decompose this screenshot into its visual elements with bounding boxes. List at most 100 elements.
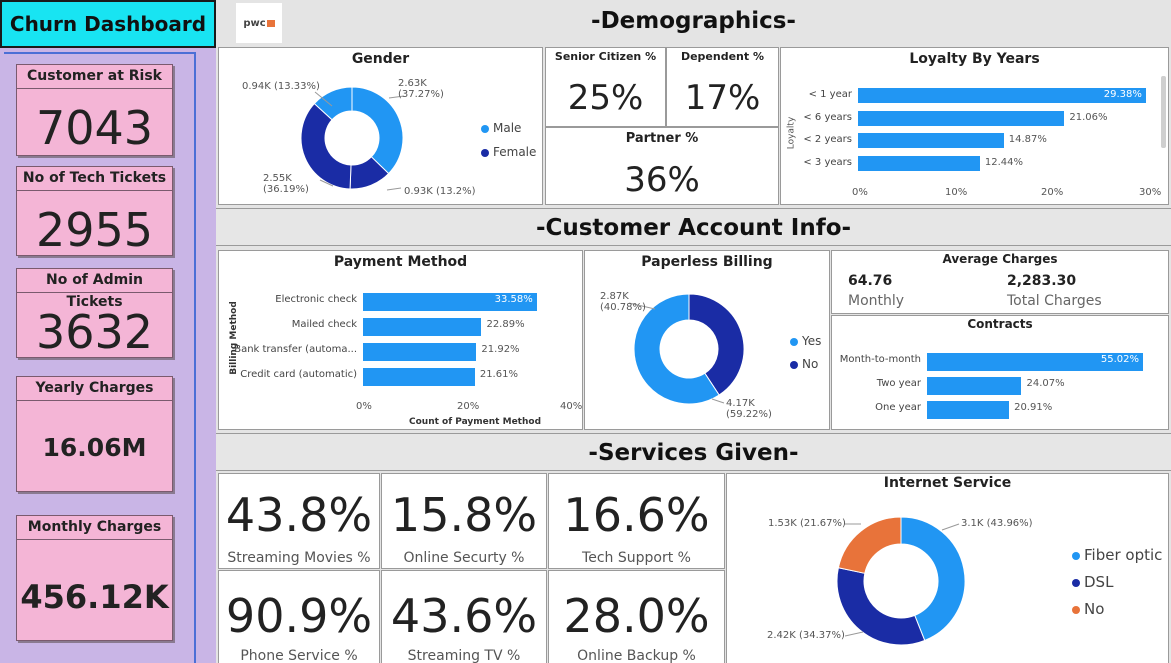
payment-method-card[interactable]: Payment Method Billing Method Electronic… [218,250,583,430]
service-card-online-backup[interactable]: 28.0% Online Backup % [548,570,725,663]
bar-category-label: Electronic check [275,294,357,305]
card-title: Average Charges [942,252,1058,266]
bar-value-label: 14.87% [1008,134,1047,145]
service-label: Streaming Movies % [227,550,371,566]
bar[interactable] [858,133,1004,148]
scrollbar[interactable] [1161,76,1166,148]
bar-value-label: 55.02% [1100,354,1139,365]
card-label: Dependent % [680,50,765,63]
bar-value-label: 24.07% [1026,378,1065,389]
bar-value-label: 21.06% [1069,111,1108,123]
data-label: 0.93K (13.2%) [404,186,476,197]
legend-item-dsl[interactable]: DSL [1072,573,1113,591]
card-value: 25% [567,78,644,118]
donut-slice-no[interactable] [837,516,902,574]
bar[interactable] [927,401,1010,419]
x-tick: 20% [1041,187,1064,198]
legend-item-fiber[interactable]: Fiber optic [1072,546,1162,564]
bar-value-label: 20.91% [1014,402,1053,413]
kpi-card-admin-tickets[interactable]: No of Admin Tickets 3632 [16,268,173,359]
bar[interactable] [858,110,1065,126]
internet-service-card[interactable]: Internet Service 3.1K (43.96%) 1.53K (21… [726,473,1169,663]
senior-citizen-card[interactable]: Senior Citizen % 25% [545,47,666,127]
service-card-online-security[interactable]: 15.8% Online Securty % [381,473,547,569]
dependent-card[interactable]: Dependent % 17% [666,47,779,127]
service-label: Online Securty % [403,550,525,566]
service-label: Online Backup % [577,648,696,663]
data-label-line: (37.27%) [398,89,444,100]
bar-category-label: < 1 year [808,89,852,100]
kpi-card-yearly-charges[interactable]: Yearly Charges 16.06M [16,376,173,492]
loyalty-chart-card[interactable]: Loyalty By Years Loyalty < 1 year 29.38% <… [780,47,1169,205]
kpi-card-monthly-charges[interactable]: Monthly Charges 456.12K [16,515,173,641]
bar-category-label: < 2 years [803,134,852,145]
data-label-line: 4.17K [726,398,755,409]
service-label: Phone Service % [240,648,358,663]
leader-line [844,631,864,637]
section-title: -Services Given- [588,440,799,466]
legend-dot-icon [1072,551,1080,560]
leader-line [386,187,402,191]
bar-value-label: 21.61% [479,369,518,380]
bar[interactable] [363,318,482,336]
bar-category-label: One year [875,402,921,413]
kpi-label: Customer at Risk [17,65,172,89]
card-label: Partner % [625,131,699,146]
kpi-card-customer-at-risk[interactable]: Customer at Risk 7043 [16,64,173,156]
bar-category-label: Two year [876,378,921,389]
paperless-billing-card[interactable]: Paperless Billing 2.87K (40.78%) 4.17K (… [584,250,830,430]
service-card-tech-support[interactable]: 16.6% Tech Support % [548,473,725,569]
legend-dot-icon [790,360,798,369]
legend-item-no[interactable]: No [790,357,818,371]
legend-item-male[interactable]: Male [481,121,521,135]
legend-item-yes[interactable]: Yes [790,334,821,348]
section-title: -Customer Account Info- [535,215,852,241]
contracts-chart-card[interactable]: Contracts Month-to-month 55.02% Two year 24… [831,315,1169,430]
bar-category-label: < 3 years [803,156,852,168]
donut-slice-dsl[interactable] [836,567,926,646]
data-label: 0.94K (13.33%) [242,81,320,92]
service-card-streaming-tv[interactable]: 43.6% Streaming TV % [381,570,547,663]
legend-label: Male [493,121,522,135]
legend-label: Female [493,145,537,159]
x-tick: 20% [457,401,480,412]
section-title: -Demographics- [591,8,796,34]
service-card-streaming-movies[interactable]: 43.8% Streaming Movies % [218,473,380,569]
service-value: 16.6% [563,488,710,542]
bar-category-label: Month-to-month [839,354,921,365]
bar-value-label: 21.92% [481,344,520,355]
card-label: Senior Citizen % [554,50,657,63]
partner-card[interactable]: Partner % 36% [545,127,779,205]
kpi-label: No of Tech Tickets [17,167,172,191]
loyalty-bars: < 1 year 29.38% < 6 years 21.06% < 2 years 14… [781,48,1170,206]
service-value: 15.8% [390,488,538,542]
average-charges-card[interactable]: Average Charges 64.76 Monthly 2,283.30 T… [831,250,1169,314]
bar[interactable] [363,368,475,386]
x-tick: 40% [560,401,583,412]
bar-category-label: < 6 years [803,111,852,123]
kpi-value: 7043 [35,101,154,155]
legend-dot-icon [790,337,798,346]
total-value: 2,283.30 [1007,273,1077,289]
kpi-label: Yearly Charges [17,377,172,401]
legend-item-no[interactable]: No [1072,600,1104,618]
kpi-card-tech-tickets[interactable]: No of Tech Tickets 2955 [16,166,173,257]
donut-slice-male[interactable] [351,86,404,175]
legend-label: DSL [1084,573,1114,591]
service-label: Streaming TV % [407,648,521,663]
bar[interactable] [363,343,477,361]
service-card-phone-service[interactable]: 90.9% Phone Service % [218,570,380,663]
legend-label: Fiber optic [1084,546,1163,564]
legend-dot-icon [481,148,489,157]
data-label-line: (40.78%) [600,302,646,313]
kpi-label: No of Admin Tickets [17,269,172,310]
leader-line [711,398,725,404]
legend-label: No [1084,600,1105,618]
bar[interactable] [858,155,980,171]
data-label-line: 2.55K [263,173,292,184]
bar[interactable] [927,377,1022,395]
gender-chart-card[interactable]: Gender 2.63K (37.27%) 0.94K (13.33%) 2.5… [218,47,543,205]
kpi-value: 16.06M [42,433,147,462]
bar-category-label: Bank transfer (automa... [234,344,357,355]
legend-item-female[interactable]: Female [481,145,536,159]
